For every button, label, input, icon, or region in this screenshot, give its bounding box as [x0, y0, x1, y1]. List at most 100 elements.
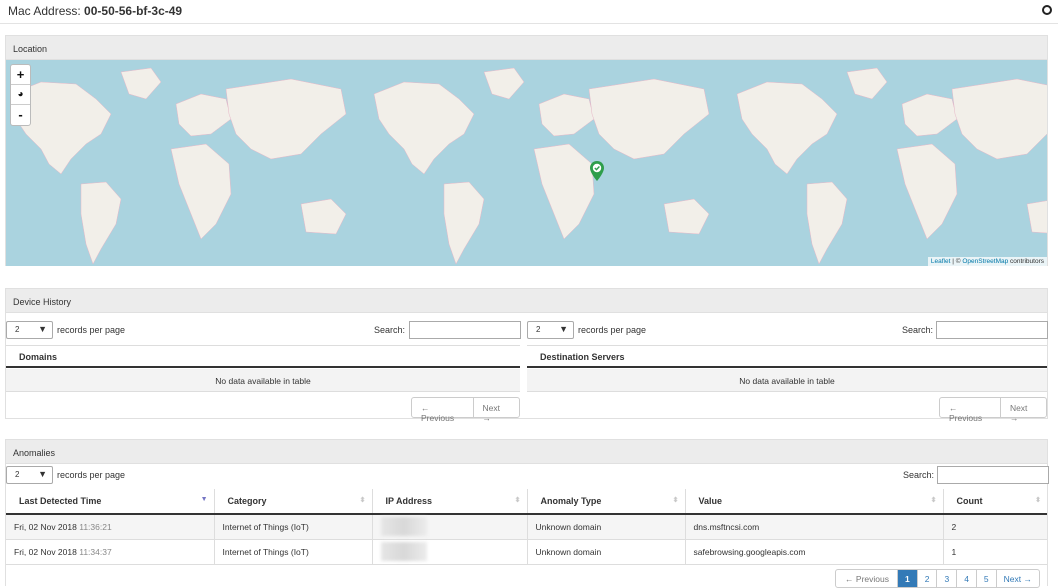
servers-search-input[interactable] — [936, 321, 1048, 339]
globe-icon[interactable]: ◕ — [11, 85, 30, 105]
mac-address-title: Mac Address: 00-50-56-bf-3c-49 — [8, 4, 182, 18]
page-button-2[interactable]: 2 — [918, 570, 938, 587]
servers-search-label: Search: — [902, 325, 934, 335]
anomalies-prev-button[interactable]: ← Previous — [836, 570, 898, 587]
mac-address-label: Mac Address: — [8, 4, 81, 18]
device-header: Mac Address: 00-50-56-bf-3c-49 — [0, 0, 1058, 24]
cell-time: Fri, 02 Nov 2018 11:36:21 — [6, 514, 215, 540]
col-label: Value — [698, 496, 723, 506]
anomalies-length-value: 2 — [15, 470, 20, 479]
anomalies-title: Anomalies — [6, 440, 1047, 464]
sort-icon: ⬍ — [930, 497, 937, 504]
location-panel: Location + ◕ - Leaflet | © OpenStreetMap… — [5, 35, 1048, 266]
cell-clock: 11:36:21 — [79, 521, 112, 532]
anomalies-panel: Anomalies 2 ▼ records per page Search: L… — [5, 439, 1049, 588]
destination-servers-table-wrapper: 2 ▼ records per page Search: Destination… — [527, 313, 1048, 423]
sort-icon: ⬍ — [672, 497, 679, 504]
cell-count: 2 — [943, 514, 1047, 540]
zoom-control: + ◕ - — [10, 64, 31, 126]
osm-link[interactable]: OpenStreetMap — [962, 258, 1008, 265]
zoom-out-button[interactable]: - — [11, 105, 30, 125]
anomalies-length-text: records per page — [57, 470, 126, 480]
cell-date: Fri, 02 Nov 2018 — [14, 546, 77, 557]
map-attribution: Leaflet | © OpenStreetMap contributors — [927, 257, 1047, 266]
page-button-5[interactable]: 5 — [977, 570, 997, 587]
cell-ip — [372, 514, 528, 540]
sort-icon: ⬍ — [514, 497, 521, 504]
leaflet-link[interactable]: Leaflet — [931, 258, 951, 265]
table-row[interactable]: Fri, 02 Nov 2018 11:36:21 Internet of Th… — [6, 514, 1047, 540]
col-label: Category — [227, 496, 267, 506]
anomalies-table: Last Detected Time ▼ Category ⬍ IP Address… — [6, 489, 1047, 565]
attribution-suffix: contributors — [1008, 258, 1044, 265]
zoom-in-button[interactable]: + — [11, 65, 30, 85]
domains-empty-row: No data available in table — [6, 369, 520, 392]
servers-column-header[interactable]: Destination Servers — [527, 345, 1047, 368]
table-row[interactable]: Fri, 02 Nov 2018 11:34:37 Internet of Th… — [6, 539, 1047, 565]
domains-table-wrapper: 2 ▼ records per page Search: Domains No … — [6, 313, 521, 423]
close-icon[interactable] — [1042, 5, 1052, 15]
servers-empty-row: No data available in table — [527, 369, 1047, 392]
domains-next-button[interactable]: Next → — [474, 398, 519, 423]
caret-down-icon: ▼ — [38, 324, 47, 334]
cell-type: Unknown domain — [527, 539, 686, 565]
domains-prev-button[interactable]: ← Previous — [412, 398, 474, 423]
caret-down-icon: ▼ — [559, 324, 568, 334]
servers-prev-button[interactable]: ← Previous — [940, 398, 1001, 423]
domains-length-text: records per page — [57, 325, 126, 335]
domains-length-value: 2 — [15, 325, 20, 334]
anomalies-search-input[interactable] — [937, 466, 1049, 484]
domains-search-input[interactable] — [409, 321, 521, 339]
col-value[interactable]: Value ⬍ — [685, 489, 944, 515]
domains-search-label: Search: — [374, 325, 406, 335]
cell-category: Internet of Things (IoT) — [214, 514, 373, 540]
col-label: Anomaly Type — [540, 496, 602, 506]
device-history-panel: Device History 2 ▼ records per page Sear… — [5, 288, 1048, 423]
anomalies-header-row: Last Detected Time ▼ Category ⬍ IP Address… — [6, 489, 1047, 515]
mac-address-value: 00-50-56-bf-3c-49 — [84, 4, 183, 18]
anomalies-next-button[interactable]: Next → — [997, 570, 1039, 587]
domains-length-select[interactable]: 2 ▼ — [6, 321, 53, 339]
col-anomaly-type[interactable]: Anomaly Type ⬍ — [527, 489, 686, 515]
sort-icon: ⬍ — [1035, 497, 1041, 504]
col-category[interactable]: Category ⬍ — [214, 489, 373, 515]
anomalies-length-select[interactable]: 2 ▼ — [6, 466, 53, 484]
location-title: Location — [6, 36, 1047, 60]
cell-date: Fri, 02 Nov 2018 — [14, 521, 77, 532]
caret-down-icon: ▼ — [38, 469, 47, 479]
col-label: Last Detected Time — [19, 496, 102, 506]
cell-value: dns.msftncsi.com — [685, 514, 944, 540]
world-map[interactable]: + ◕ - Leaflet | © OpenStreetMap contribu… — [6, 60, 1047, 266]
map-tiles — [10, 67, 1047, 265]
col-label: IP Address — [385, 496, 433, 506]
sort-icon: ⬍ — [359, 497, 366, 504]
page-button-1[interactable]: 1 — [897, 570, 918, 587]
cell-count: 1 — [943, 539, 1047, 565]
col-last-detected-time[interactable]: Last Detected Time ▼ — [6, 489, 215, 515]
servers-length-value: 2 — [536, 325, 541, 334]
servers-length-text: records per page — [578, 325, 647, 335]
domains-column-header[interactable]: Domains — [6, 345, 520, 368]
anomalies-pagination: ← Previous 1 2 3 4 5 Next → — [835, 569, 1040, 588]
servers-next-button[interactable]: Next → — [1001, 398, 1046, 423]
device-history-title: Device History — [6, 289, 1047, 313]
redacted-ip — [380, 517, 427, 537]
page-button-3[interactable]: 3 — [937, 570, 958, 587]
cell-type: Unknown domain — [527, 514, 686, 540]
col-label: Count — [956, 496, 983, 506]
domains-pagination: ← Previous Next → — [411, 397, 520, 423]
cell-value: safebrowsing.googleapis.com — [685, 539, 944, 565]
col-ip-address[interactable]: IP Address ⬍ — [372, 489, 528, 515]
cell-category: Internet of Things (IoT) — [214, 539, 373, 565]
cell-ip — [372, 539, 528, 565]
page-button-4[interactable]: 4 — [957, 570, 977, 587]
attribution-sep: | © — [950, 258, 963, 265]
sort-desc-icon: ▼ — [200, 496, 208, 503]
cell-clock: 11:34:37 — [79, 546, 112, 557]
col-count[interactable]: Count ⬍ — [943, 489, 1047, 515]
servers-pagination: ← Previous Next → — [939, 397, 1047, 423]
redacted-ip — [380, 542, 427, 561]
servers-length-select[interactable]: 2 ▼ — [527, 321, 574, 339]
cell-time: Fri, 02 Nov 2018 11:34:37 — [6, 539, 215, 565]
anomalies-search-label: Search: — [903, 470, 935, 480]
